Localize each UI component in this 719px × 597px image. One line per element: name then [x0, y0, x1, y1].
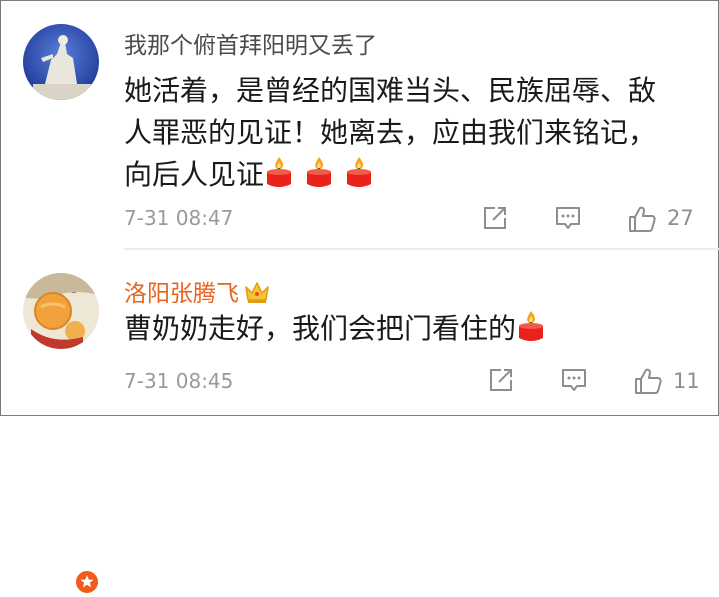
comment-icon	[562, 369, 586, 391]
like-button[interactable]	[627, 204, 657, 234]
like-icon	[629, 206, 656, 232]
repost-button[interactable]	[481, 204, 509, 232]
comment-button[interactable]	[560, 366, 588, 394]
comment-item: 我那个俯首拜阳明又丢了 她活着，是曾经的国难当头、民族屈辱、敌 人罪恶的见证！她…	[0, 0, 719, 248]
candle-emoji	[516, 310, 546, 344]
comment-button[interactable]	[554, 204, 582, 232]
repost-icon	[490, 369, 512, 391]
comment-text-line: 人罪恶的见证！她离去，应由我们来铭记，	[124, 116, 657, 149]
comment-item: ~ 洛阳张腾飞 曹奶奶走好，我们会把门看住的 7-31 08:45 11	[0, 250, 719, 595]
candle-emoji	[344, 156, 374, 190]
comment-text: 她活着，是曾经的国难当头、民族屈辱、敌 人罪恶的见证！她离去，应由我们来铭记， …	[124, 70, 709, 196]
like-count: 11	[673, 369, 700, 393]
comment-text-segment: 曹奶奶走好，我们会把门看住的	[124, 312, 517, 345]
repost-icon	[484, 207, 506, 229]
candle-emoji	[264, 156, 294, 190]
repost-button[interactable]	[487, 366, 515, 394]
verified-badge-icon	[74, 569, 100, 595]
avatar[interactable]	[23, 24, 99, 100]
username[interactable]: 我那个俯首拜阳明又丢了	[124, 26, 377, 60]
comment-icon	[556, 207, 580, 229]
like-button[interactable]	[633, 366, 663, 396]
crown-icon	[243, 279, 271, 305]
avatar[interactable]: ~	[23, 273, 99, 349]
svg-text:~: ~	[71, 289, 77, 297]
comment-text-segment: 向后人见证	[124, 158, 265, 191]
username[interactable]: 洛阳张腾飞	[124, 274, 271, 308]
comment-text-line: 她活着，是曾经的国难当头、民族屈辱、敌	[124, 74, 657, 107]
comment-timestamp: 7-31 08:45	[124, 369, 234, 393]
comment-timestamp: 7-31 08:47	[124, 206, 234, 230]
like-count: 27	[667, 206, 694, 230]
comment-text-line: 向后人见证	[124, 154, 709, 196]
candle-emoji	[304, 156, 334, 190]
comment-text: 曹奶奶走好，我们会把门看住的	[124, 308, 709, 350]
like-icon	[635, 368, 662, 394]
username-text: 洛阳张腾飞	[124, 281, 239, 307]
